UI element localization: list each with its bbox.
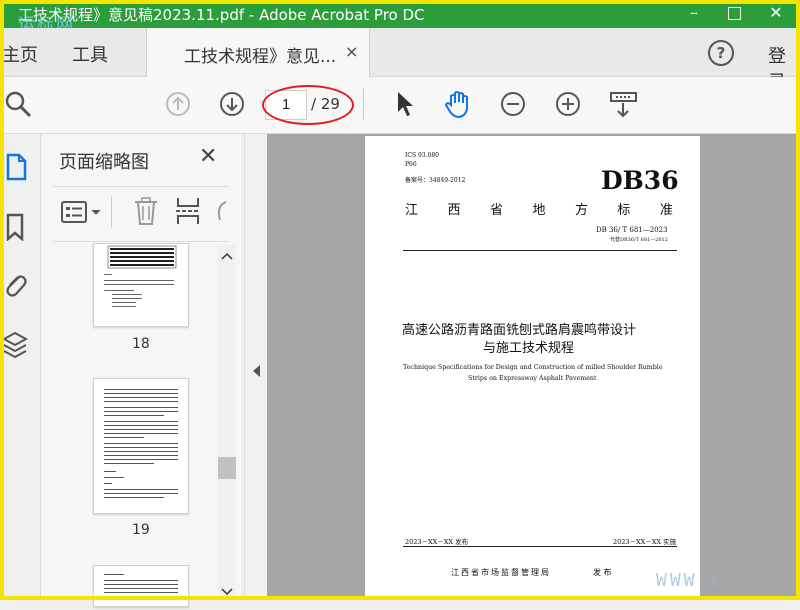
page-18-preview (104, 245, 177, 307)
tab-bar: 主页 工具 (0, 28, 800, 77)
record-number: 备案号：34849-2012 (405, 177, 466, 184)
region-char: 方 (574, 203, 588, 218)
page-display-icon[interactable] (609, 90, 639, 120)
footer-rule (403, 546, 677, 547)
close-window-button[interactable]: ✕ (764, 3, 788, 23)
tab-tools[interactable]: 工具 (72, 41, 108, 67)
close-pane-icon[interactable]: ✕ (199, 144, 217, 169)
annotation-ring (262, 85, 354, 125)
thumbnail-label-18: 18 (132, 336, 150, 352)
pane-collapse-strip[interactable] (244, 134, 267, 600)
page-19-preview (104, 389, 178, 498)
thumbnail-label-19: 19 (132, 522, 150, 538)
layers-icon[interactable] (2, 330, 28, 360)
standard-number: DB 36/ T 681—2023 (596, 226, 668, 234)
thumbnail-pane-title: 页面缩略图 (59, 152, 149, 173)
pdf-page: ICS 93.080 P66 备案号：34849-2012 DB36 江 西 省… (365, 136, 700, 600)
scroll-down-icon[interactable] (221, 587, 233, 597)
issue-label: 发 布 (593, 568, 612, 577)
implement-date: 2023－XX－XX 实施 (613, 538, 677, 546)
restore-icon (728, 7, 741, 20)
thumbnail-page-18[interactable] (93, 243, 189, 327)
thumbnail-page-20[interactable] (93, 565, 189, 607)
delete-icon[interactable] (133, 196, 159, 226)
next-page-icon[interactable] (219, 91, 245, 117)
region-heading: 江 西 省 地 方 标 准 (405, 199, 673, 218)
publish-date: 2023－XX－XX 发布 (405, 538, 469, 546)
search-icon[interactable] (4, 90, 32, 118)
minimize-button[interactable]: – (682, 3, 706, 23)
region-char: 准 (659, 203, 673, 218)
close-tab-icon[interactable]: × (345, 42, 358, 61)
tab-home[interactable]: 主页 (2, 41, 38, 67)
rotate-icon[interactable] (214, 198, 228, 224)
document-title-en-2: Strips on Expressway Asphalt Pavement (468, 375, 597, 382)
title-bar: 工技术规程》意见稿2023.11.pdf - Adobe Acrobat Pro… (0, 0, 800, 35)
classification-code: P66 (405, 161, 417, 168)
document-title-cn-1: 高速公路沥青路面铣刨式路肩震鸣带设计 (402, 323, 637, 338)
help-icon[interactable]: ? (708, 40, 734, 66)
region-char: 省 (489, 203, 503, 218)
thumbnail-page-19[interactable] (93, 378, 189, 514)
select-cursor-icon[interactable] (395, 90, 417, 118)
region-char: 西 (447, 203, 461, 218)
issuing-authority: 江西省市场监督管理局 (451, 568, 551, 577)
header-rule (403, 250, 677, 251)
zoom-out-icon[interactable] (500, 91, 526, 117)
maximize-button[interactable] (722, 3, 746, 23)
thumbnail-scrollbar[interactable] (218, 245, 236, 600)
scroll-up-icon[interactable] (221, 251, 233, 261)
zoom-in-icon[interactable] (555, 91, 581, 117)
page-thumbnails-icon[interactable] (5, 153, 27, 181)
ics-code: ICS 93.080 (405, 152, 439, 159)
thumbnail-options-icon[interactable] (60, 200, 102, 224)
region-char: 标 (617, 203, 631, 218)
document-title-cn-2: 与施工技术规程 (483, 341, 575, 356)
document-title-en-1: Technique Specifications for Design and … (403, 364, 663, 371)
collapse-arrow-icon[interactable] (251, 364, 261, 378)
hand-tool-icon[interactable] (444, 88, 474, 120)
replaces-standard: 代替DB36/T 681—2012 (610, 237, 668, 243)
previous-page-icon[interactable] (165, 91, 191, 117)
document-tab-label: 工技术规程》意见... (184, 47, 337, 67)
left-rail (0, 134, 41, 600)
extract-pages-icon[interactable] (175, 196, 201, 226)
toolbar-divider (363, 88, 364, 120)
region-char: 江 (405, 203, 419, 218)
tab-document[interactable]: 工技术规程》意见... × (146, 28, 370, 77)
bookmark-icon[interactable] (5, 213, 25, 241)
thumbnail-toolbar-divider (111, 196, 112, 228)
window-title: 工技术规程》意见稿2023.11.pdf - Adobe Acrobat Pro… (18, 6, 425, 24)
attachment-icon[interactable] (2, 270, 28, 300)
site-watermark: WWW.C (656, 570, 726, 591)
page-20-preview (104, 574, 178, 593)
region-char: 地 (532, 203, 546, 218)
scrollbar-thumb[interactable] (218, 457, 236, 479)
standard-code: DB36 (601, 166, 679, 195)
